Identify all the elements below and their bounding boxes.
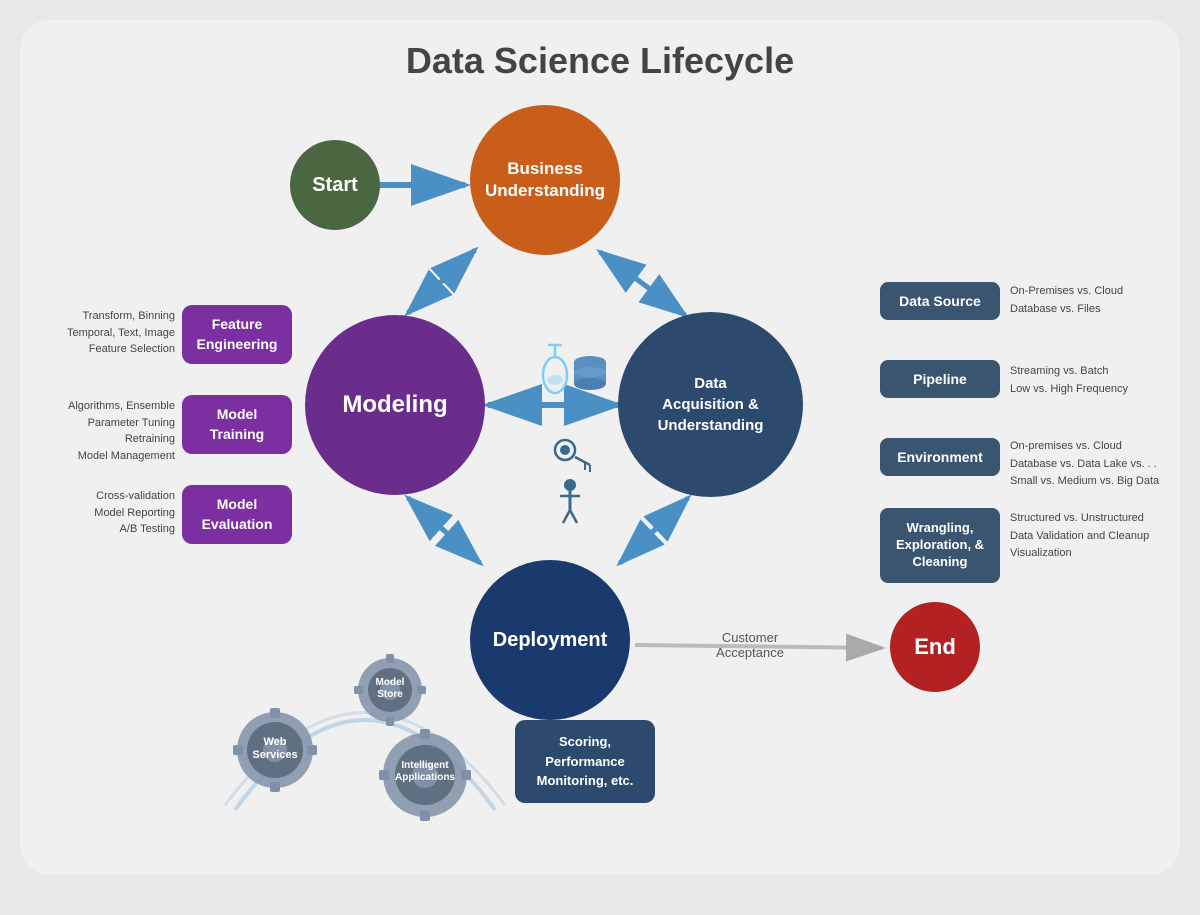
feature-eng-label: Transform, Binning Temporal, Text, Image… bbox=[50, 308, 175, 358]
main-container: Data Science Lifecycle bbox=[20, 20, 1180, 875]
model-evaluation-box: Model Evaluation bbox=[182, 485, 292, 544]
svg-text:Web: Web bbox=[263, 736, 286, 748]
svg-text:Model: Model bbox=[376, 677, 405, 688]
wrangling-label: Structured vs. Unstructured Data Validat… bbox=[1010, 510, 1149, 563]
data-acquisition-circle: DataAcquisition &Understanding bbox=[618, 312, 803, 497]
business-understanding-circle: Business Understanding bbox=[470, 105, 620, 255]
svg-text:Store: Store bbox=[377, 689, 403, 700]
model-eval-label: Cross-validation Model Reporting A/B Tes… bbox=[50, 488, 175, 538]
model-train-label: Algorithms, Ensemble Parameter Tuning Re… bbox=[50, 398, 175, 464]
svg-text:Applications: Applications bbox=[395, 772, 455, 783]
svg-text:Services: Services bbox=[252, 749, 297, 761]
end-circle: End bbox=[890, 602, 980, 692]
pipeline-label: Streaming vs. Batch Low vs. High Frequen… bbox=[1010, 363, 1128, 398]
model-training-box: Model Training bbox=[182, 395, 292, 454]
pipeline-box: Pipeline bbox=[880, 360, 1000, 398]
scoring-box: Scoring, Performance Monitoring, etc. bbox=[515, 720, 655, 803]
environment-label: On-premises vs. Cloud Database vs. Data … bbox=[1010, 438, 1159, 491]
modeling-circle: Modeling bbox=[305, 315, 485, 495]
customer-acceptance-label: Customer Acceptance bbox=[700, 630, 800, 660]
svg-text:Intelligent: Intelligent bbox=[401, 760, 449, 771]
data-source-box: Data Source bbox=[880, 282, 1000, 320]
feature-engineering-box: Feature Engineering bbox=[182, 305, 292, 364]
environment-box: Environment bbox=[880, 438, 1000, 476]
start-circle: Start bbox=[290, 140, 380, 230]
wrangling-box: Wrangling,Exploration, &Cleaning bbox=[880, 508, 1000, 583]
page-title: Data Science Lifecycle bbox=[20, 20, 1180, 82]
data-source-label: On-Premises vs. Cloud Database vs. Files bbox=[1010, 283, 1123, 318]
gears-area: Web Services Model Store Intelligent App… bbox=[195, 610, 535, 830]
